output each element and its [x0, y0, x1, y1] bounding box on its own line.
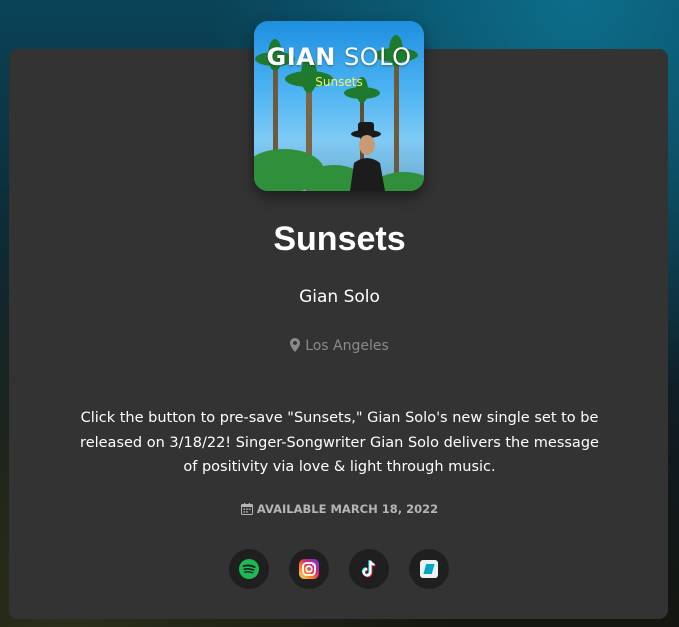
availability-label: AVAILABLE MARCH 18, 2022 — [256, 502, 439, 516]
availability-date: AVAILABLE MARCH 18, 2022 — [0, 502, 679, 518]
release-title: Sunsets — [273, 220, 406, 258]
cover-artist-name: GIAN SOLO — [266, 43, 412, 71]
map-pin-icon — [290, 338, 301, 356]
bandsintown-link-button[interactable] — [409, 549, 449, 589]
location-label: Los Angeles — [305, 338, 389, 354]
instagram-icon — [299, 559, 319, 579]
location: Los Angeles — [0, 338, 679, 356]
tiktok-icon — [361, 559, 376, 578]
spotify-link-button[interactable] — [229, 549, 269, 589]
release-description: Click the button to pre-save "Sunsets," … — [80, 410, 599, 475]
spotify-icon — [239, 559, 259, 579]
cover-title: Sunsets — [315, 75, 363, 89]
streaming-links — [229, 549, 451, 589]
artist-name: Gian Solo — [299, 287, 380, 307]
album-cover: GIAN SOLO Sunsets — [254, 21, 424, 191]
tiktok-link-button[interactable] — [349, 549, 389, 589]
calendar-icon — [240, 503, 253, 518]
instagram-link-button[interactable] — [289, 549, 329, 589]
bandsintown-icon — [420, 560, 438, 578]
